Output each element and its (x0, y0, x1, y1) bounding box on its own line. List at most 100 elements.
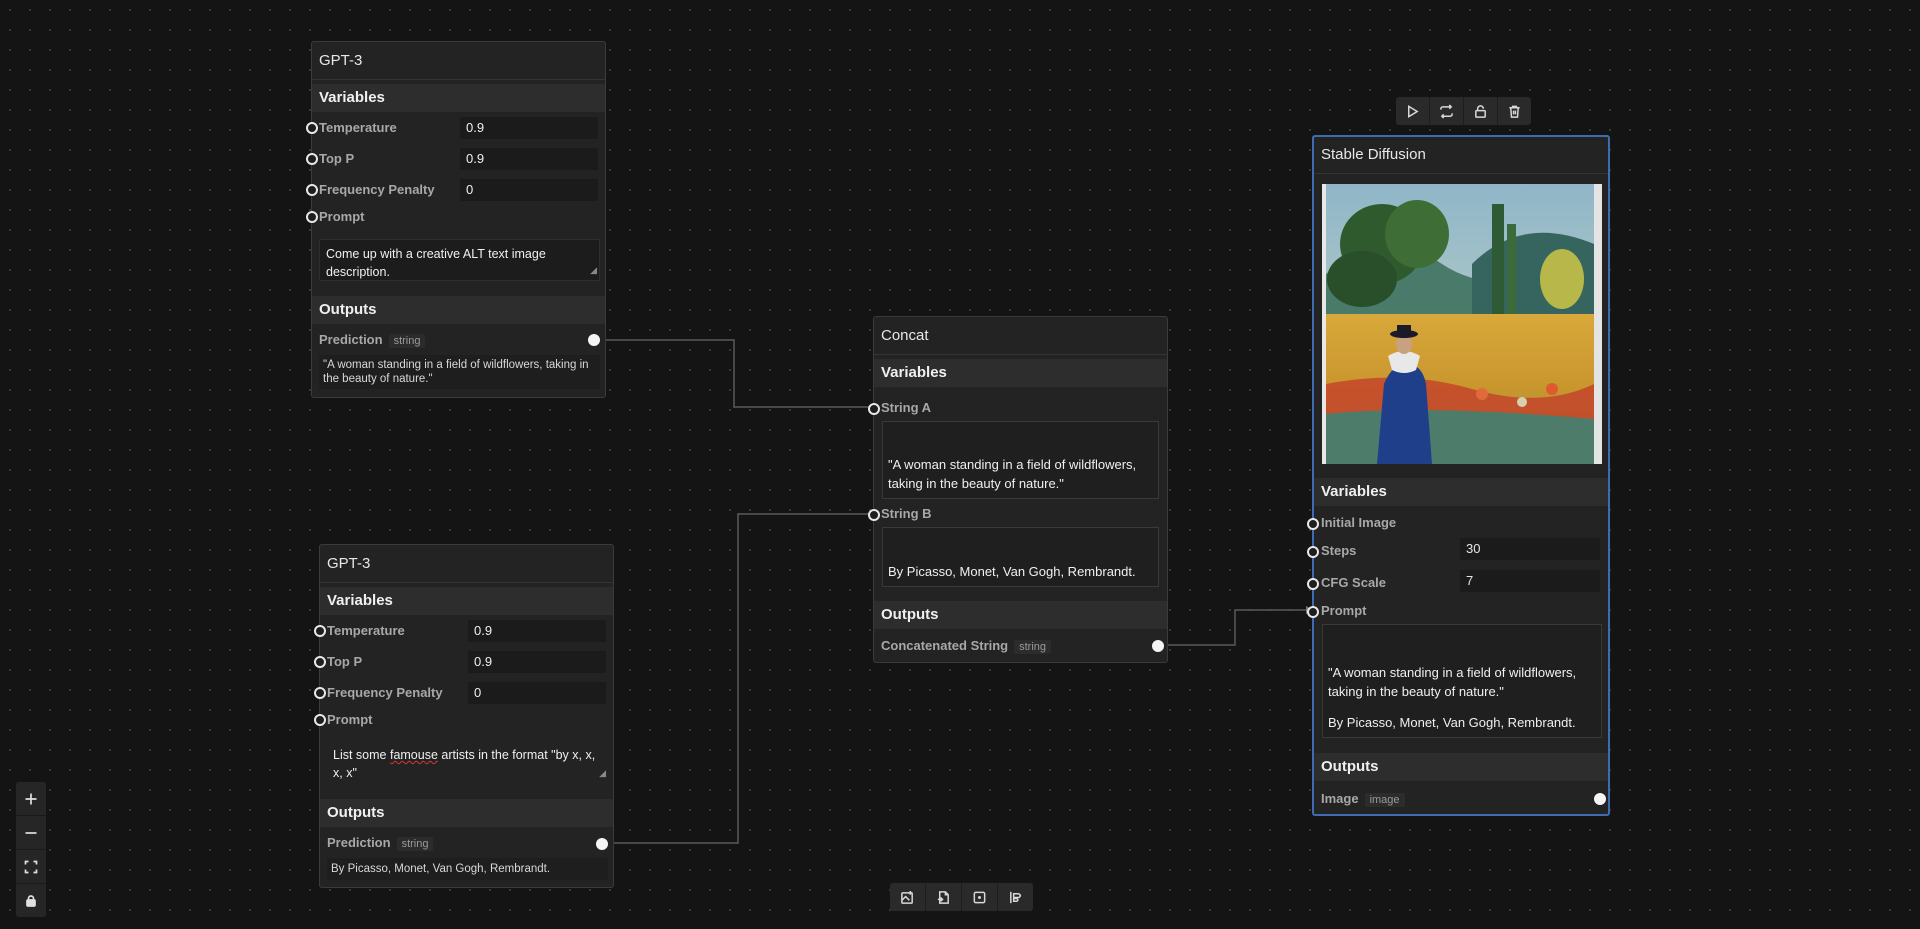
add-file-button[interactable] (926, 883, 962, 911)
misspelled-word: famouse (389, 748, 438, 762)
bottom-toolbar (890, 883, 1033, 911)
node-title: Concat (874, 317, 1167, 355)
prompt-textarea[interactable]: List some famouse artists in the format … (327, 741, 608, 783)
prompt-text-start: List some (333, 748, 390, 762)
prompt-label: Prompt (319, 209, 365, 224)
prediction-value: By Picasso, Monet, Van Gogh, Rembrandt. (327, 858, 608, 880)
top-p-field[interactable]: 0.9 (460, 148, 598, 170)
prompt-row: Prompt (306, 205, 605, 227)
edge-gpt3b-to-string-b (602, 513, 872, 844)
resize-grip-icon[interactable]: ◢ (590, 261, 597, 279)
add-image-icon (901, 890, 913, 904)
play-icon (1408, 104, 1419, 118)
frequency-penalty-input-port[interactable] (306, 184, 318, 196)
top-p-label: Top P (319, 151, 355, 166)
image-output-port[interactable] (1594, 793, 1606, 805)
prompt-textarea[interactable]: Come up with a creative ALT text image d… (319, 239, 600, 281)
frequency-penalty-input-port[interactable] (314, 687, 326, 699)
plus-icon (25, 793, 37, 804)
add-node-button[interactable] (962, 883, 998, 911)
temperature-input-port[interactable] (306, 122, 318, 134)
cfg-scale-label: CFG Scale (1321, 575, 1387, 590)
prompt-line-1: "A woman standing in a field of wildflow… (1328, 665, 1577, 699)
zoom-out-button[interactable] (16, 816, 46, 850)
prediction-value: "A woman standing in a field of wildflow… (319, 355, 600, 389)
initial-image-label: Initial Image (1321, 515, 1397, 530)
top-p-input-port[interactable] (314, 656, 326, 668)
top-p-row: Top P 0.9 (314, 646, 613, 677)
repeat-icon (1440, 103, 1453, 119)
cfg-scale-input-port[interactable] (1307, 578, 1319, 590)
temperature-input-port[interactable] (314, 625, 326, 637)
prompt-line-2: By Picasso, Monet, Van Gogh, Rembrandt. (1328, 715, 1576, 730)
repeat-button[interactable] (1430, 97, 1464, 125)
prediction-row: Prediction string (327, 835, 434, 851)
string-a-text: "A woman standing in a field of wildflow… (888, 457, 1137, 491)
prompt-field[interactable]: "A woman standing in a field of wildflow… (1322, 624, 1602, 738)
string-a-field[interactable]: "A woman standing in a field of wildflow… (882, 421, 1159, 499)
align-button[interactable] (998, 883, 1033, 911)
align-icon (1010, 891, 1022, 903)
string-b-text: By Picasso, Monet, Van Gogh, Rembrandt. (888, 564, 1136, 579)
string-b-input-port[interactable] (868, 509, 880, 521)
string-a-label: String A (881, 400, 932, 415)
outputs-header: Outputs (320, 799, 613, 827)
prediction-output-port[interactable] (596, 838, 608, 850)
string-a-input-port[interactable] (868, 403, 880, 415)
frequency-penalty-field[interactable]: 0 (460, 179, 598, 201)
fit-view-icon (24, 860, 38, 873)
type-badge: string (388, 334, 426, 348)
concat-node[interactable]: Concat Variables String A "A woman stand… (868, 316, 1168, 663)
temperature-field[interactable]: 0.9 (468, 620, 606, 642)
gpt3-node-a[interactable]: GPT-3 Variables Temperature 0.9 Top P 0.… (306, 41, 606, 398)
type-badge: string (396, 837, 434, 851)
prompt-input-port[interactable] (306, 211, 318, 223)
top-p-input-port[interactable] (306, 153, 318, 165)
prompt-label: Prompt (1321, 603, 1367, 618)
prompt-text: Come up with a creative ALT text image d… (326, 247, 546, 279)
frequency-penalty-label: Frequency Penalty (319, 182, 435, 197)
stable-diffusion-node[interactable]: Stable Diffusion Variables Initial Image… (1307, 135, 1610, 816)
unlock-button[interactable] (1464, 97, 1498, 125)
steps-label: Steps (1321, 543, 1357, 558)
concatenated-string-output-port[interactable] (1152, 640, 1164, 652)
run-button[interactable] (1396, 97, 1430, 125)
prompt-label: Prompt (327, 712, 373, 727)
edge-gpt3a-to-string-a (594, 339, 872, 408)
gpt3-node-b[interactable]: GPT-3 Variables Temperature 0.9 Top P 0.… (314, 544, 614, 888)
prediction-output-port[interactable] (588, 334, 600, 346)
frequency-penalty-field[interactable]: 0 (468, 682, 606, 704)
node-toolbar (1396, 97, 1531, 125)
add-file-icon (937, 890, 949, 904)
top-p-row: Top P 0.9 (306, 143, 605, 174)
initial-image-input-port[interactable] (1307, 518, 1319, 530)
variables-header: Variables (1314, 478, 1608, 506)
temperature-field[interactable]: 0.9 (460, 117, 598, 139)
minus-icon (25, 831, 37, 834)
prompt-row: Prompt (314, 708, 613, 730)
delete-button[interactable] (1498, 97, 1531, 125)
add-image-button[interactable] (890, 883, 926, 911)
outputs-header: Outputs (1314, 753, 1608, 781)
generated-image[interactable] (1322, 184, 1602, 464)
steps-input-port[interactable] (1307, 546, 1319, 558)
node-title: GPT-3 (320, 545, 613, 583)
steps-field[interactable]: 30 (1460, 538, 1600, 560)
lock-canvas-button[interactable] (16, 884, 46, 917)
cfg-scale-field[interactable]: 7 (1460, 570, 1600, 592)
zoom-in-button[interactable] (16, 782, 46, 816)
prediction-row: Prediction string (319, 332, 426, 348)
variables-header: Variables (874, 359, 1167, 387)
zoom-controls (16, 782, 46, 917)
concatenated-string-label: Concatenated String (881, 638, 1009, 653)
image-output-label: Image (1321, 791, 1359, 806)
fit-view-button[interactable] (16, 850, 46, 884)
string-b-field[interactable]: By Picasso, Monet, Van Gogh, Rembrandt. (882, 527, 1159, 587)
prompt-input-port[interactable] (1307, 606, 1319, 618)
image-output-row: Image image (1321, 791, 1405, 807)
prompt-input-port[interactable] (314, 714, 326, 726)
top-p-field[interactable]: 0.9 (468, 651, 606, 673)
outputs-header: Outputs (312, 296, 605, 324)
resize-grip-icon[interactable]: ◢ (599, 764, 606, 782)
frequency-penalty-row: Frequency Penalty 0 (314, 677, 613, 708)
